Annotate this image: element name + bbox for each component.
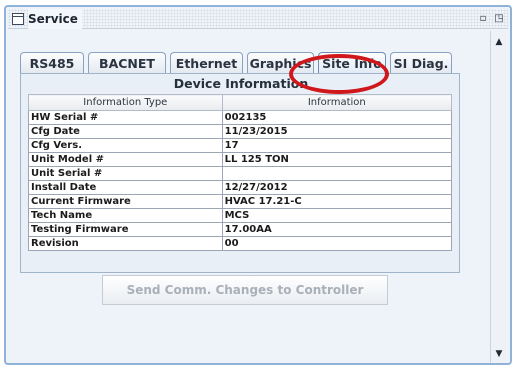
send-comm-changes-button[interactable]: Send Comm. Changes to Controller	[102, 275, 388, 305]
table-row[interactable]: Cfg Date 11/23/2015	[28, 124, 453, 139]
device-information-table: Information Type Information HW Serial #…	[28, 94, 453, 251]
restore-small-icon[interactable]: ▫	[476, 12, 490, 26]
tab-si-diag[interactable]: SI Diag.	[390, 52, 452, 74]
table-row[interactable]: Current Firmware HVAC 17.21-C	[28, 194, 453, 209]
info-value-cell[interactable]: 00	[221, 236, 453, 251]
info-type-cell: Current Firmware	[28, 194, 223, 209]
info-value-cell[interactable]: 002135	[221, 110, 453, 125]
tab-graphics[interactable]: Graphics	[247, 52, 314, 74]
service-panel: RS485 BACNET Ethernet Graphics Site Info…	[8, 31, 488, 363]
info-value-cell[interactable]: HVAC 17.21-C	[221, 194, 453, 209]
info-type-cell: Cfg Date	[28, 124, 223, 139]
info-type-cell: HW Serial #	[28, 110, 223, 125]
window-icon	[12, 13, 24, 25]
tab-bacnet[interactable]: BACNET	[88, 52, 166, 74]
title-bar[interactable]: Service ▫ ◳	[8, 9, 508, 29]
info-type-cell: Revision	[28, 236, 223, 251]
info-value-cell[interactable]: 12/27/2012	[221, 180, 453, 195]
device-information-title: Device Information	[173, 76, 309, 91]
table-row[interactable]: Unit Model # LL 125 TON	[28, 152, 453, 167]
column-header-information-type[interactable]: Information Type	[28, 94, 223, 111]
info-type-cell: Testing Firmware	[28, 222, 223, 237]
info-type-cell: Tech Name	[28, 208, 223, 223]
tab-rs485[interactable]: RS485	[20, 52, 84, 74]
table-row[interactable]: Unit Serial #	[28, 166, 453, 181]
table-row[interactable]: Install Date 12/27/2012	[28, 180, 453, 195]
info-value-cell[interactable]: 11/23/2015	[221, 124, 453, 139]
info-type-cell: Unit Model #	[28, 152, 223, 167]
scroll-down-icon[interactable]: ▼	[491, 347, 507, 361]
info-type-cell: Unit Serial #	[28, 166, 223, 181]
info-value-cell[interactable]	[221, 166, 453, 181]
scroll-up-icon[interactable]: ▲	[491, 35, 507, 49]
info-value-cell[interactable]: 17.00AA	[221, 222, 453, 237]
column-header-information[interactable]: Information	[221, 94, 453, 111]
table-row[interactable]: Tech Name MCS	[28, 208, 453, 223]
info-value-cell[interactable]: 17	[221, 138, 453, 153]
service-window: Service ▫ ◳ RS485 BACNET Ethernet Graphi…	[4, 5, 512, 365]
vertical-scrollbar[interactable]: ▲ ▼	[490, 31, 506, 363]
info-type-cell: Cfg Vers.	[28, 138, 223, 153]
table-row[interactable]: Testing Firmware 17.00AA	[28, 222, 453, 237]
site-info-pane: Device Information Information Type Info…	[20, 73, 460, 273]
tab-site-info[interactable]: Site Info	[318, 52, 386, 74]
info-type-cell: Install Date	[28, 180, 223, 195]
tab-ethernet[interactable]: Ethernet	[170, 52, 243, 74]
table-row[interactable]: HW Serial #002135	[28, 110, 453, 125]
info-value-cell[interactable]: LL 125 TON	[221, 152, 453, 167]
table-row[interactable]: Cfg Vers. 17	[28, 138, 453, 153]
info-value-cell[interactable]: MCS	[221, 208, 453, 223]
maximize-icon[interactable]: ◳	[492, 12, 506, 26]
table-row[interactable]: Revision 00	[28, 236, 453, 251]
window-title: Service	[28, 9, 82, 29]
